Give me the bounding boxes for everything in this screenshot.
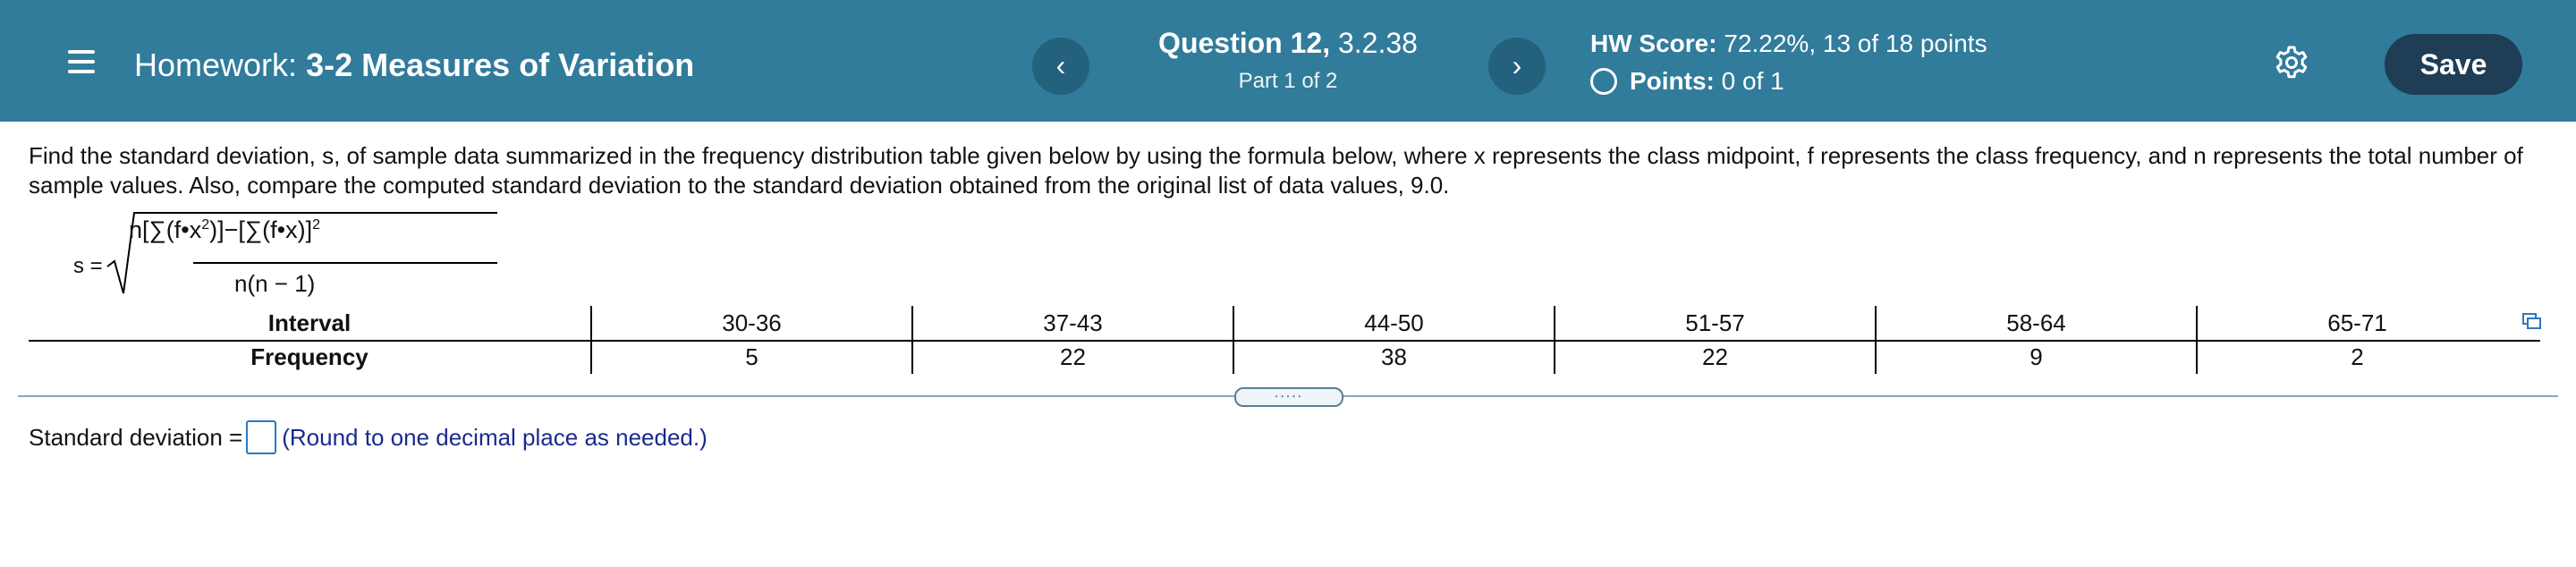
frequency-cell: 38	[1381, 343, 1407, 370]
std-dev-answer-input[interactable]	[246, 420, 277, 454]
gear-icon[interactable]	[2274, 45, 2309, 80]
save-button[interactable]: Save	[2385, 34, 2522, 95]
circle-icon	[1590, 68, 1617, 95]
next-question-button[interactable]: ›	[1488, 38, 1546, 95]
score-panel: HW Score: 72.22%, 13 of 18 points Points…	[1590, 30, 1987, 96]
answer-row: Standard deviation = (Round to one decim…	[29, 420, 708, 454]
interval-cell: 51-57	[1685, 309, 1745, 336]
question-indicator: Question 12, 3.2.38 Part 1 of 2	[1109, 27, 1467, 94]
question-id: 3.2.38	[1337, 27, 1418, 59]
answer-hint: (Round to one decimal place as needed.)	[282, 423, 708, 451]
frequency-cell: 22	[1702, 343, 1728, 370]
std-dev-formula: s = n[∑(f•x2)]−[∑(f•x)]2 n(n − 1)	[73, 211, 497, 300]
frequency-header: Frequency	[250, 343, 369, 370]
previous-question-button[interactable]: ‹	[1032, 38, 1089, 95]
menu-icon[interactable]	[68, 50, 95, 73]
top-bar: Homework: 3-2 Measures of Variation ‹ Qu…	[0, 0, 2576, 122]
interval-cell: 58-64	[2006, 309, 2066, 336]
formula-lhs: s =	[73, 254, 103, 278]
copy-data-icon[interactable]	[2522, 313, 2542, 329]
part-label: Part 1 of 2	[1238, 69, 1338, 93]
hw-score-label: HW Score:	[1590, 30, 1717, 57]
frequency-cell: 9	[2029, 343, 2043, 370]
interval-cell: 30-36	[722, 309, 782, 336]
interval-cell: 65-71	[2327, 309, 2387, 336]
points-value: 0 of 1	[1721, 67, 1784, 95]
frequency-table: Interval Frequency 30-36 5 37-43 22 44-5…	[29, 306, 2540, 374]
interval-cell: 44-50	[1364, 309, 1424, 336]
expand-handle[interactable]: .....	[1234, 386, 1343, 407]
points-label: Points:	[1630, 67, 1715, 95]
interval-header: Interval	[267, 309, 352, 336]
title-prefix: Homework:	[134, 47, 298, 83]
frequency-cell: 22	[1060, 343, 1086, 370]
question-label: Question 12,	[1158, 27, 1331, 59]
formula-denominator: n(n − 1)	[234, 270, 316, 297]
formula-numerator: n[∑(f•x2)]−[∑(f•x)]2	[129, 216, 320, 243]
answer-label: Standard deviation =	[29, 423, 243, 451]
frequency-cell: 5	[745, 343, 758, 370]
title-name: 3-2 Measures of Variation	[306, 47, 695, 83]
assignment-title: Homework: 3-2 Measures of Variation	[134, 47, 694, 84]
interval-cell: 37-43	[1043, 309, 1103, 336]
problem-instructions: Find the standard deviation, s, of sampl…	[29, 142, 2523, 199]
frequency-cell: 2	[2351, 343, 2364, 370]
hw-score-value: 72.22%, 13 of 18 points	[1724, 30, 1987, 57]
